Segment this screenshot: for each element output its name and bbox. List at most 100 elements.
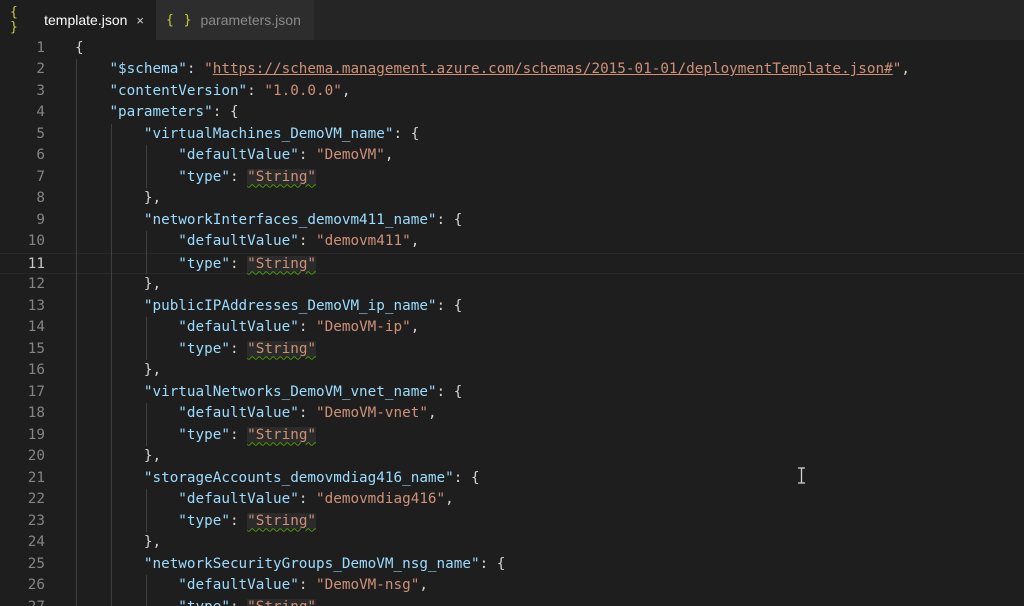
code-token: : { (436, 211, 463, 228)
code-line[interactable]: 14 "defaultValue": "DemoVM-ip", (0, 317, 1024, 339)
line-number: 27 (0, 597, 45, 606)
indent-guide (146, 489, 147, 532)
code-token: "DemoVM-vnet" (316, 405, 428, 421)
code-token: , (419, 577, 428, 593)
code-line[interactable]: 10 "defaultValue": "demovm411", (0, 231, 1024, 253)
code-line[interactable]: 22 "defaultValue": "demovmdiag416", (0, 489, 1024, 511)
tab-template-json[interactable]: { } template.json × (0, 0, 156, 40)
indent-guide (146, 231, 147, 274)
code-token: "String" (247, 340, 317, 357)
code-line[interactable]: 11 "type": "String" (0, 252, 1024, 274)
code-line[interactable]: 16 }, (0, 360, 1024, 382)
line-number: 16 (27, 362, 45, 378)
code-text: "parameters": { (75, 102, 239, 124)
code-text: "storageAccounts_demovmdiag416_name": { (75, 468, 480, 490)
code-line[interactable]: 4 "parameters": { (0, 102, 1024, 124)
code-token: "DemoVM-nsg" (316, 577, 420, 593)
code-token: "defaultValue" (178, 319, 299, 335)
indent-guide (146, 145, 147, 188)
code-token: }, (75, 448, 162, 464)
indent-guide (146, 403, 147, 446)
code-token: "defaultValue" (178, 405, 299, 421)
line-number: 23 (27, 512, 45, 529)
code-token: "type" (178, 599, 230, 606)
tab-label: parameters.json (200, 12, 301, 28)
tab-label: template.json (44, 12, 128, 28)
code-token: }, (75, 362, 162, 378)
code-token: : (247, 82, 265, 99)
line-number: 5 (36, 125, 45, 142)
code-line[interactable]: 9 "networkInterfaces_demovm411_name": { (0, 210, 1024, 232)
code-line[interactable]: 6 "defaultValue": "DemoVM", (0, 145, 1024, 167)
code-token: : (229, 255, 248, 272)
line-number: 15 (27, 340, 45, 357)
code-text: "contentVersion": "1.0.0.0", (75, 81, 350, 103)
code-line[interactable]: 8 }, (0, 188, 1024, 210)
code-token: : (298, 577, 317, 593)
code-token: "contentVersion" (109, 82, 248, 99)
code-text: "networkSecurityGroups_DemoVM_nsg_name":… (75, 554, 506, 576)
code-token: : (229, 340, 248, 357)
code-line[interactable]: 24 }, (0, 532, 1024, 554)
code-line[interactable]: 20 }, (0, 446, 1024, 468)
code-line[interactable]: 25 "networkSecurityGroups_DemoVM_nsg_nam… (0, 554, 1024, 576)
code-token: https://schema.management.azure.com/sche… (212, 61, 893, 77)
code-line[interactable]: 5 "virtualMachines_DemoVM_name": { (0, 124, 1024, 146)
code-line[interactable]: 15 "type": "String" (0, 339, 1024, 361)
tab-parameters-json[interactable]: { } parameters.json (156, 0, 314, 40)
code-line[interactable]: 17 "virtualNetworks_DemoVM_vnet_name": { (0, 382, 1024, 404)
code-line[interactable]: 23 "type": "String" (0, 511, 1024, 533)
code-token: "String" (247, 426, 317, 443)
code-token: }, (75, 276, 162, 292)
indent-guide (146, 575, 147, 606)
code-line[interactable]: 7 "type": "String" (0, 167, 1024, 189)
code-editor[interactable]: 1{2 "$schema": "https://schema.managemen… (0, 40, 1024, 606)
line-number: 7 (36, 168, 45, 185)
line-number: 8 (36, 190, 45, 206)
code-token: : (229, 426, 248, 443)
code-token: : (298, 319, 317, 335)
code-line[interactable]: 18 "defaultValue": "DemoVM-vnet", (0, 403, 1024, 425)
code-line[interactable]: 12 }, (0, 274, 1024, 296)
code-line[interactable]: 21 "storageAccounts_demovmdiag416_name":… (0, 468, 1024, 490)
code-text: "virtualMachines_DemoVM_name": { (75, 124, 419, 146)
code-text: "networkInterfaces_demovm411_name": { (75, 210, 462, 232)
code-token: , (410, 233, 420, 249)
code-line[interactable]: 2 "$schema": "https://schema.management.… (0, 59, 1024, 81)
code-token: { (75, 40, 84, 56)
code-token: "networkSecurityGroups_DemoVM_nsg_name" (143, 555, 480, 572)
code-token: "type" (178, 512, 230, 529)
line-number: 20 (27, 448, 45, 464)
code-line[interactable]: 27 "type": "String" (0, 597, 1024, 606)
code-token: : (230, 599, 247, 606)
json-file-icon: { } (10, 5, 19, 35)
code-token: "networkInterfaces_demovm411_name" (143, 211, 437, 228)
code-line[interactable]: 19 "type": "String" (0, 425, 1024, 447)
code-line[interactable]: 26 "defaultValue": "DemoVM-nsg", (0, 575, 1024, 597)
code-line[interactable]: 3 "contentVersion": "1.0.0.0", (0, 81, 1024, 103)
code-token: "$schema" (109, 61, 187, 77)
code-token: "String" (247, 168, 317, 185)
code-token: : { (212, 104, 239, 120)
code-token: "virtualNetworks_DemoVM_vnet_name" (143, 383, 437, 400)
code-line[interactable]: 1{ (0, 40, 1024, 59)
code-token: "DemoVM" (316, 147, 385, 163)
line-number: 12 (27, 276, 45, 292)
close-icon[interactable]: × (136, 13, 144, 28)
line-number: 17 (27, 383, 45, 400)
code-line[interactable]: 13 "publicIPAddresses_DemoVM_ip_name": { (0, 296, 1024, 318)
